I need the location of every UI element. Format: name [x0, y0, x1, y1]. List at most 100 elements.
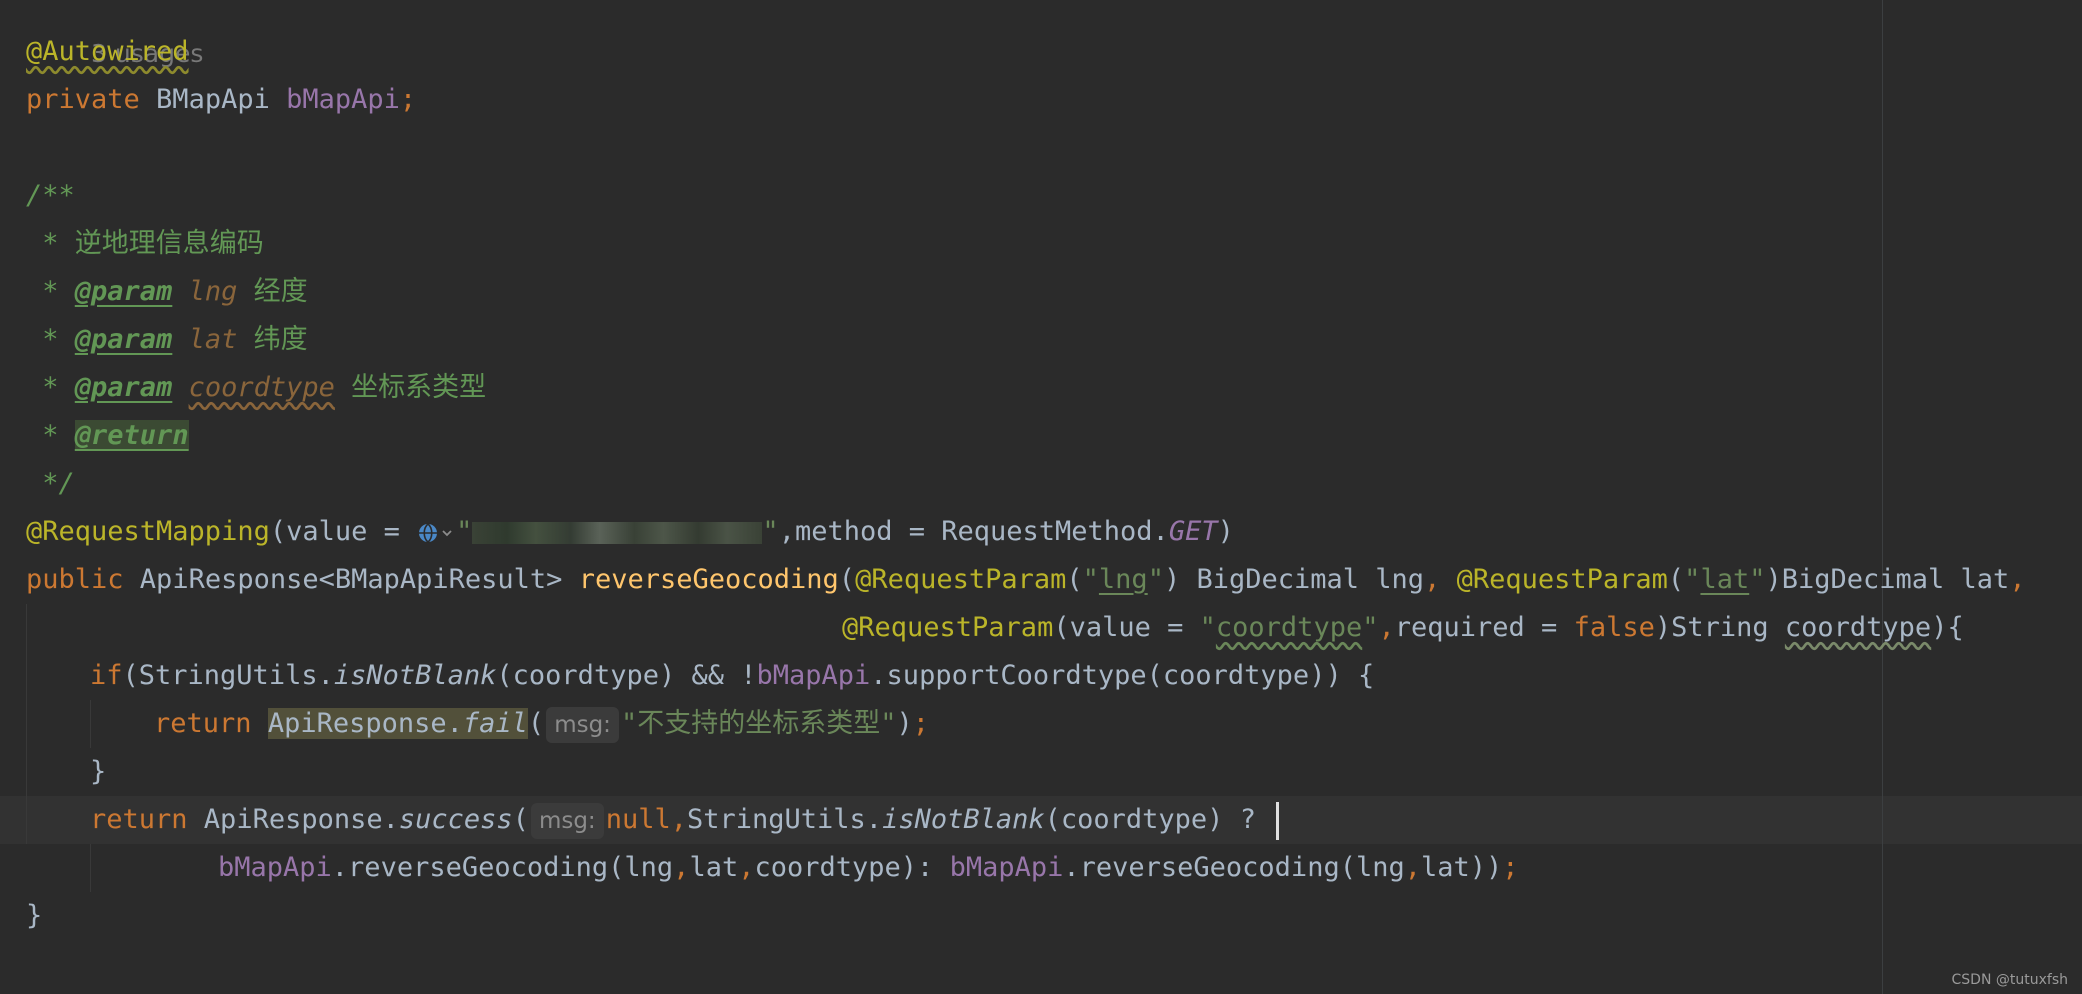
punctuation-token: (	[512, 804, 529, 835]
annotation-token: @RequestMapping	[26, 516, 270, 547]
punctuation-token: ){	[1931, 612, 1964, 643]
doc-comment-line: * @param lat 纬度	[26, 316, 308, 364]
string-token: lng	[1098, 564, 1148, 595]
annotation-token: @RequestParam	[842, 612, 1054, 643]
method-call-token: .reverseGeocoding(lng	[331, 852, 674, 883]
code-line: private BMapApi bMapApi;	[26, 76, 416, 124]
static-method-token: fail	[462, 708, 528, 739]
type-token: ApiResponse<BMapApiResult>	[123, 564, 579, 595]
annotation-token: @RequestParam	[1456, 564, 1668, 595]
doc-param-description: 经度	[237, 276, 308, 307]
string-quote: "	[1362, 612, 1379, 643]
indent-guide	[90, 844, 91, 892]
method-name-token: reverseGeocoding	[578, 564, 839, 595]
field-token: bMapApi	[756, 660, 871, 691]
punctuation-token: (	[1667, 564, 1685, 595]
keyword-token: return	[90, 804, 188, 835]
doc-star: *	[26, 324, 75, 355]
class-token: ApiResponse.	[267, 708, 463, 739]
string-token: lat	[1700, 564, 1750, 595]
string-token: coordtype	[1215, 612, 1363, 643]
punctuation-token: (coordtype) ?	[1044, 804, 1273, 835]
globe-icon[interactable]	[416, 516, 456, 546]
string-quote: "	[456, 516, 473, 547]
doc-param-description: 纬度	[237, 324, 308, 355]
doc-comment-line: * @param coordtype 坐标系类型	[26, 364, 486, 412]
comma-token: ,	[673, 852, 690, 883]
punctuation-token: (coordtype) && !	[496, 660, 757, 691]
punctuation-token: required =	[1394, 612, 1574, 643]
redacted-url	[472, 521, 763, 544]
keyword-token: public	[26, 564, 124, 595]
keyword-token: false	[1573, 612, 1655, 643]
param-name-token: coordtype	[1784, 612, 1932, 643]
punctuation-token: (	[527, 708, 545, 739]
keyword-token: return	[154, 708, 252, 739]
doc-description: 逆地理信息编码	[74, 228, 264, 259]
arg-token: coordtype):	[754, 852, 950, 883]
doc-param-tag: @param	[74, 324, 173, 355]
param-token: )String	[1654, 612, 1785, 643]
brace-token: }	[26, 900, 43, 931]
code-line: @RequestMapping(value = " ",method = Requ…	[26, 508, 1234, 556]
punctuation-token: (value =	[1053, 612, 1200, 643]
doc-star: *	[26, 228, 75, 259]
string-quote: "	[762, 516, 779, 547]
doc-param-tag: @param	[74, 372, 173, 403]
punctuation-token: (StringUtils.	[122, 660, 334, 691]
indent-guide	[26, 604, 27, 844]
doc-star: *	[26, 372, 75, 403]
doc-comment-line: */	[26, 460, 75, 508]
doc-param-description: 坐标系类型	[334, 372, 487, 403]
comma-token: ,	[1404, 852, 1421, 883]
static-method-token: success	[398, 804, 513, 835]
usage-hint-line: 3 usages	[26, 0, 203, 68]
param-token: ) BigDecimal lng	[1163, 564, 1425, 595]
punctuation-token: (value =	[269, 516, 417, 547]
string-quote: "	[1147, 564, 1164, 595]
code-line: @RequestParam(value = "coordtype",requir…	[842, 604, 1964, 652]
code-line: public ApiResponse<BMapApiResult> revers…	[26, 556, 2026, 604]
enum-constant-token: GET	[1168, 516, 1218, 547]
keyword-token: null	[605, 804, 671, 835]
code-editor[interactable]: 3 usages @Autowired private BMapApi bMap…	[0, 0, 2082, 994]
punctuation-token: )	[896, 708, 913, 739]
usage-highlight: ApiResponse.fail	[267, 708, 528, 739]
comma-token: ,	[738, 852, 755, 883]
code-line: @Autowired	[26, 28, 189, 76]
doc-comment-line: * 逆地理信息编码	[26, 220, 264, 268]
indent-guide	[90, 700, 91, 748]
class-token: StringUtils.	[686, 804, 883, 835]
static-method-token: isNotBlank	[333, 660, 497, 691]
punctuation-token: (	[1066, 564, 1083, 595]
parameter-hint: msg:	[530, 802, 604, 839]
doc-param-name: lat	[188, 324, 238, 355]
method-call-token: .supportCoordtype(coordtype)) {	[870, 660, 1375, 691]
semicolon-token: ;	[399, 84, 417, 115]
doc-comment-line: * @param lng 经度	[26, 268, 308, 316]
code-line: }	[90, 748, 106, 796]
type-token: BMapApi	[139, 84, 287, 115]
comma-token: ,	[1378, 612, 1395, 643]
arg-token: lat))	[1421, 852, 1503, 883]
punctuation-token: ,method = RequestMethod.	[778, 516, 1169, 547]
punctuation-token: )	[1217, 516, 1234, 547]
annotation-token: @RequestParam	[855, 564, 1067, 595]
doc-star: *	[26, 276, 75, 307]
class-token: ApiResponse.	[187, 804, 399, 835]
static-method-token: isNotBlank	[882, 804, 1045, 835]
semicolon-token: ;	[912, 708, 929, 739]
comma-token: ,	[1424, 564, 1457, 595]
doc-comment-line: /**	[26, 172, 75, 220]
code-line: bMapApi.reverseGeocoding(lng,lat,coordty…	[218, 844, 1519, 892]
doc-comment-close: */	[26, 468, 75, 499]
semicolon-token: ;	[1502, 852, 1519, 883]
text-caret	[1276, 801, 1280, 840]
doc-comment-line: * @return	[26, 412, 189, 460]
parameter-hint: msg:	[546, 706, 619, 743]
method-call-token: .reverseGeocoding(lng	[1063, 852, 1405, 883]
string-token: "不支持的坐标系类型"	[620, 708, 897, 739]
string-quote: "	[1684, 564, 1701, 595]
comma-token: ,	[2009, 564, 2026, 595]
param-token: )BigDecimal lat	[1765, 564, 2010, 595]
